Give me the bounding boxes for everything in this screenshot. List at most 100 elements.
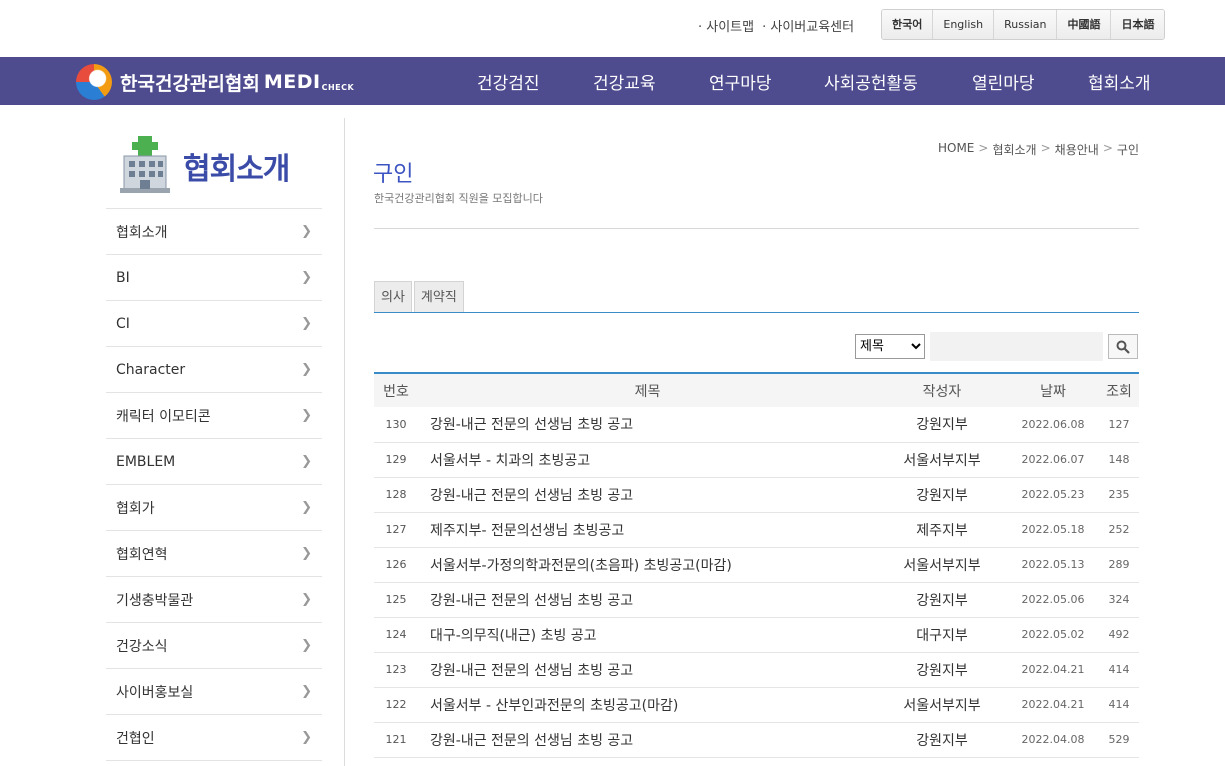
utility-links: · 사이트맵 · 사이버교육센터	[698, 16, 854, 35]
logo-medi-text: MEDI	[263, 71, 321, 93]
chevron-right-icon: ❯	[301, 224, 312, 239]
job-posting-table: 번호 제목 작성자 날짜 조회 130 강원-내근 전문의 선생님 초빙 공고 …	[374, 372, 1139, 758]
row-number: 129	[374, 442, 418, 478]
sitemap-link[interactable]: · 사이트맵	[698, 16, 754, 35]
breadcrumb-current[interactable]: 구인	[1117, 141, 1139, 158]
lang-chinese-button[interactable]: 中國語	[1057, 10, 1112, 39]
row-title-link[interactable]: 서울서부 - 치과의 초빙공고	[418, 442, 877, 478]
lang-korean-button[interactable]: 한국어	[882, 10, 934, 39]
row-writer: 서울서부지부	[877, 442, 1007, 478]
sidebar-item-emblem[interactable]: EMBLEM ❯	[106, 439, 322, 485]
gnb-item-open-forum[interactable]: 열린마당	[972, 69, 1035, 94]
row-date: 2022.05.18	[1007, 512, 1099, 548]
row-date: 2022.04.21	[1007, 687, 1099, 723]
tab-contract[interactable]: 계약직	[413, 281, 464, 312]
search-button[interactable]	[1108, 334, 1138, 359]
row-date: 2022.05.02	[1007, 617, 1099, 653]
column-header-date: 날짜	[1040, 383, 1066, 400]
sidebar-item-history[interactable]: 협회연혁 ❯	[106, 531, 322, 577]
row-title-link[interactable]: 강원-내근 전문의 선생님 초빙 공고	[418, 652, 877, 688]
chevron-right-icon: ❯	[301, 316, 312, 331]
table-row: 121 강원-내근 전문의 선생님 초빙 공고 강원지부 2022.04.08 …	[374, 722, 1139, 758]
row-title-link[interactable]: 서울서부 - 산부인과전문의 초빙공고(마감)	[418, 687, 877, 723]
sidebar-item-emoticon[interactable]: 캐릭터 이모티콘 ❯	[106, 393, 322, 439]
sidebar-title: 협회소개	[183, 152, 290, 187]
title-divider	[374, 228, 1139, 229]
sidebar-item-label: 협회연혁	[116, 546, 168, 563]
row-hits: 492	[1099, 617, 1139, 653]
gnb-item-research[interactable]: 연구마당	[709, 69, 772, 94]
gnb-item-social-contribution[interactable]: 사회공헌활동	[824, 69, 918, 94]
row-writer: 강원지부	[877, 582, 1007, 618]
gnb-item-health-checkup[interactable]: 건강검진	[477, 69, 540, 94]
sidebar-item-about[interactable]: 협회소개 ❯	[106, 209, 322, 255]
row-writer: 강원지부	[877, 652, 1007, 688]
gnb-item-health-education[interactable]: 건강교육	[593, 69, 656, 94]
sidebar: 협회소개 협회소개 ❯ BI ❯ CI ❯ Character ❯ 캐릭터 이모티콘 ❯ …	[106, 118, 322, 761]
sidebar-divider	[344, 118, 345, 766]
sidebar-menu: 협회소개 ❯ BI ❯ CI ❯ Character ❯ 캐릭터 이모티콘 ❯ EMBLE…	[106, 208, 322, 761]
chevron-right-icon: ❯	[301, 730, 312, 745]
chevron-right-icon: ❯	[301, 454, 312, 469]
column-header-number: 번호	[383, 383, 409, 400]
row-hits: 529	[1099, 722, 1139, 758]
sidebar-item-label: 협회소개	[116, 224, 168, 241]
breadcrumb-recruit[interactable]: 채용안내	[1055, 141, 1099, 158]
row-title-link[interactable]: 강원-내근 전문의 선생님 초빙 공고	[418, 477, 877, 513]
chevron-right-icon: ❯	[301, 684, 312, 699]
row-title-link[interactable]: 제주지부- 전문의선생님 초빙공고	[418, 512, 877, 548]
chevron-right-icon: ❯	[301, 362, 312, 377]
row-title-link[interactable]: 강원-내근 전문의 선생님 초빙 공고	[418, 407, 877, 443]
breadcrumb-separator-icon: >	[1102, 141, 1113, 155]
row-writer: 서울서부지부	[877, 547, 1007, 583]
search-input[interactable]	[930, 332, 1103, 361]
sidebar-item-label: 사이버홍보실	[116, 684, 194, 701]
breadcrumb-about[interactable]: 협회소개	[992, 141, 1036, 158]
sidebar-item-label: 협회가	[116, 500, 155, 517]
table-row: 129 서울서부 - 치과의 초빙공고 서울서부지부 2022.06.07 14…	[374, 442, 1139, 478]
lang-english-button[interactable]: English	[933, 10, 995, 39]
logo-mark-icon	[76, 64, 112, 100]
sidebar-item-character[interactable]: Character ❯	[106, 347, 322, 393]
row-writer: 강원지부	[877, 407, 1007, 443]
logo-check-text: CHECK	[321, 83, 355, 92]
logo-medi: MEDICHECK	[264, 71, 354, 93]
breadcrumb-separator-icon: >	[978, 141, 989, 155]
row-title-link[interactable]: 강원-내근 전문의 선생님 초빙 공고	[418, 722, 877, 758]
sidebar-item-label: 캐릭터 이모티콘	[116, 408, 211, 425]
row-date: 2022.05.13	[1007, 547, 1099, 583]
sidebar-header: 협회소개	[106, 118, 322, 208]
table-row: 130 강원-내근 전문의 선생님 초빙 공고 강원지부 2022.06.08 …	[374, 407, 1139, 443]
row-title-link[interactable]: 대구-의무직(내근) 초빙 공고	[418, 617, 877, 653]
sidebar-item-parasite-museum[interactable]: 기생충박물관 ❯	[106, 577, 322, 623]
lang-japanese-button[interactable]: 日本語	[1111, 10, 1165, 39]
chevron-right-icon: ❯	[301, 638, 312, 653]
search-field-select[interactable]: 제목	[855, 334, 925, 359]
sidebar-item-anthem[interactable]: 협회가 ❯	[106, 485, 322, 531]
sidebar-item-cyber-pr[interactable]: 사이버홍보실 ❯	[106, 669, 322, 715]
row-hits: 414	[1099, 652, 1139, 688]
sidebar-item-label: Character	[116, 361, 186, 378]
site-logo[interactable]: 한국건강관리협회 MEDICHECK	[76, 64, 354, 100]
cyber-education-link[interactable]: · 사이버교육센터	[762, 16, 854, 35]
sidebar-item-ci[interactable]: CI ❯	[106, 301, 322, 347]
row-number: 123	[374, 652, 418, 688]
page-subtitle: 한국건강관리협회 직원을 모집합니다	[374, 192, 543, 205]
sidebar-item-label: CI	[116, 315, 130, 332]
sidebar-item-members[interactable]: 건협인 ❯	[106, 715, 322, 761]
table-row: 124 대구-의무직(내근) 초빙 공고 대구지부 2022.05.02 492	[374, 617, 1139, 653]
breadcrumb: HOME > 협회소개 > 채용안내 > 구인	[938, 141, 1139, 158]
row-title-link[interactable]: 강원-내근 전문의 선생님 초빙 공고	[418, 582, 877, 618]
page-title: 구인	[373, 162, 414, 187]
sidebar-item-health-news[interactable]: 건강소식 ❯	[106, 623, 322, 669]
row-number: 124	[374, 617, 418, 653]
sidebar-item-label: 건강소식	[116, 638, 168, 655]
row-date: 2022.04.08	[1007, 722, 1099, 758]
breadcrumb-home[interactable]: HOME	[938, 141, 974, 158]
lang-russian-button[interactable]: Russian	[994, 10, 1058, 39]
row-title-link[interactable]: 서울서부-가정의학과전문의(초음파) 초빙공고(마감)	[418, 547, 877, 583]
row-number: 121	[374, 722, 418, 758]
gnb-item-about[interactable]: 협회소개	[1088, 69, 1151, 94]
tab-doctor[interactable]: 의사	[374, 281, 412, 312]
sidebar-item-bi[interactable]: BI ❯	[106, 255, 322, 301]
